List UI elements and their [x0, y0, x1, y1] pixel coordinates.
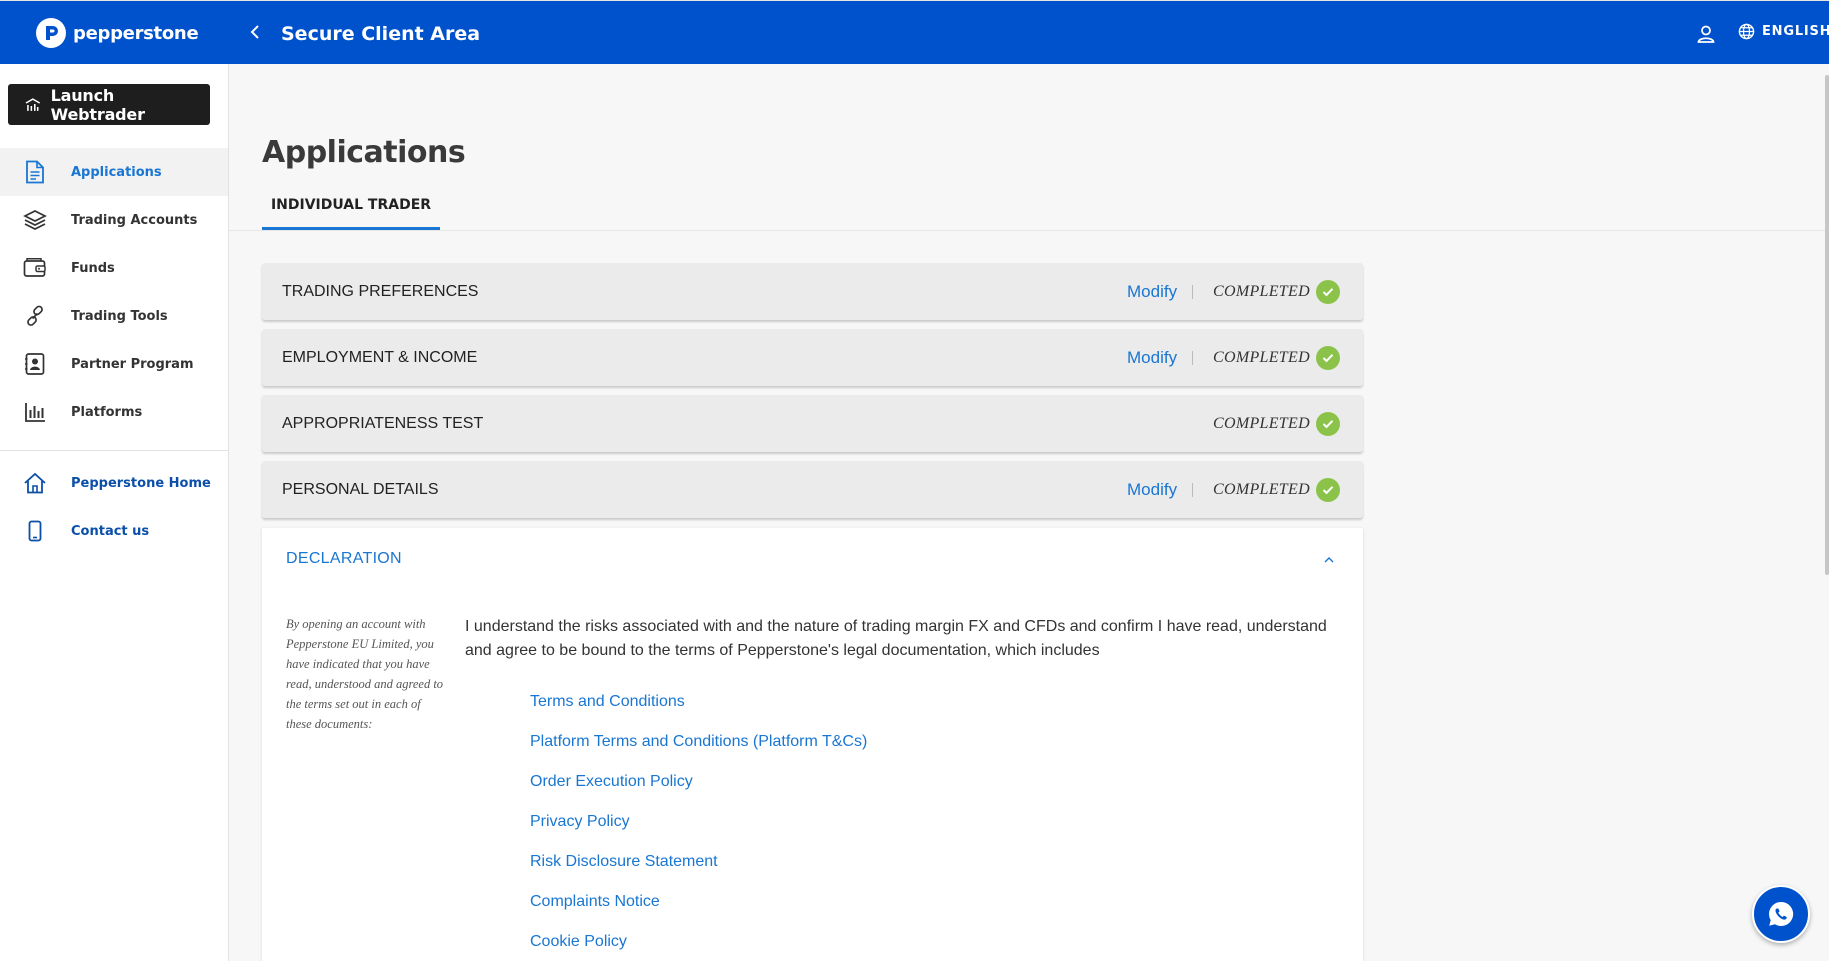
status-label: COMPLETED — [1213, 480, 1310, 498]
privacy-policy-link[interactable]: Privacy Policy — [530, 813, 867, 853]
declaration-side-note: By opening an account with Pepperstone E… — [286, 617, 444, 731]
status-label: COMPLETED — [1213, 282, 1310, 300]
top-bar: pepperstone Secure Client Area ENGLISH — [0, 0, 1829, 64]
check-circle-icon — [1316, 411, 1340, 436]
check-circle-icon — [1316, 279, 1340, 304]
scrollbar[interactable] — [1825, 75, 1829, 575]
sidebar-item-label: Platforms — [71, 404, 143, 420]
divider — [1192, 350, 1193, 365]
phone-icon — [22, 518, 48, 544]
back-button[interactable] — [244, 21, 266, 43]
pepperstone-logo[interactable]: pepperstone — [36, 18, 199, 48]
launch-webtrader-button[interactable]: Launch Webtrader — [8, 84, 210, 125]
section-title: PERSONAL DETAILS — [282, 480, 439, 498]
sidebar-divider — [0, 450, 228, 451]
sidebar-item-label: Trading Accounts — [71, 212, 198, 228]
tab-label: INDIVIDUAL TRADER — [270, 196, 432, 213]
bar-chart-icon — [22, 399, 48, 425]
terms-and-conditions-link[interactable]: Terms and Conditions — [530, 693, 867, 733]
modify-button[interactable]: Modify — [1127, 480, 1177, 500]
check-circle-icon — [1316, 477, 1340, 502]
home-icon — [22, 470, 48, 496]
sidebar-item-label: Funds — [71, 260, 115, 276]
sidebar-item-label: Partner Program — [71, 356, 194, 372]
contact-card-icon — [22, 351, 48, 377]
user-button[interactable] — [1694, 22, 1718, 46]
sidebar-item-label: Applications — [71, 164, 162, 180]
section-title: TRADING PREFERENCES — [282, 282, 479, 300]
legal-documents-list: Terms and Conditions Platform Terms and … — [530, 693, 867, 961]
check-circle-icon — [1316, 345, 1340, 370]
status-label: COMPLETED — [1213, 348, 1310, 366]
layers-icon — [22, 207, 48, 233]
pepperstone-logo-icon — [36, 18, 66, 48]
link-icon — [22, 303, 48, 329]
page-title: Secure Client Area — [281, 23, 481, 45]
declaration-title[interactable]: DECLARATION — [286, 550, 402, 568]
section-title: EMPLOYMENT & INCOME — [282, 348, 478, 366]
section-appropriateness-test[interactable]: APPROPRIATENESS TEST COMPLETED — [262, 395, 1363, 452]
complaints-notice-link[interactable]: Complaints Notice — [530, 893, 867, 933]
sidebar: Launch Webtrader Applications Trading Ac… — [0, 64, 229, 961]
sidebar-item-partner-program[interactable]: Partner Program — [0, 340, 228, 388]
risk-disclosure-link[interactable]: Risk Disclosure Statement — [530, 853, 867, 893]
declaration-text: I understand the risks associated with a… — [465, 618, 1327, 659]
launch-webtrader-label: Launch Webtrader — [50, 85, 145, 124]
language-label: ENGLISH — [1762, 24, 1829, 39]
sidebar-item-trading-accounts[interactable]: Trading Accounts — [0, 196, 228, 244]
chevron-up-icon[interactable] — [1322, 552, 1338, 568]
section-employment-income[interactable]: EMPLOYMENT & INCOME Modify COMPLETED — [262, 329, 1363, 386]
sidebar-item-platforms[interactable]: Platforms — [0, 388, 228, 436]
section-title: APPROPRIATENESS TEST — [282, 414, 484, 432]
sidebar-item-contact-us[interactable]: Contact us — [0, 507, 228, 555]
tab-divider — [229, 230, 1829, 231]
platform-terms-link[interactable]: Platform Terms and Conditions (Platform … — [530, 733, 867, 773]
document-icon — [22, 159, 48, 185]
user-icon — [1697, 25, 1715, 43]
sidebar-item-label: Trading Tools — [71, 308, 168, 324]
wallet-icon — [22, 255, 48, 281]
divider — [1192, 482, 1193, 497]
declaration-panel: DECLARATION By opening an account with P… — [262, 528, 1363, 961]
sidebar-item-label: Pepperstone Home — [71, 475, 211, 491]
webtrader-icon — [25, 97, 41, 111]
section-personal-details[interactable]: PERSONAL DETAILS Modify COMPLETED — [262, 461, 1363, 518]
globe-icon — [1738, 23, 1755, 40]
whatsapp-icon — [1768, 901, 1794, 926]
sidebar-item-pepperstone-home[interactable]: Pepperstone Home — [0, 459, 228, 507]
sidebar-item-label: Contact us — [71, 523, 150, 539]
main-title: Applications — [262, 135, 466, 170]
modify-button[interactable]: Modify — [1127, 282, 1177, 302]
section-trading-preferences[interactable]: TRADING PREFERENCES Modify COMPLETED — [262, 263, 1363, 320]
status-label: COMPLETED — [1213, 414, 1310, 432]
sidebar-item-trading-tools[interactable]: Trading Tools — [0, 292, 228, 340]
sidebar-item-applications[interactable]: Applications — [0, 148, 228, 196]
sidebar-item-funds[interactable]: Funds — [0, 244, 228, 292]
sidebar-nav: Applications Trading Accounts Funds Trad… — [0, 148, 228, 436]
language-selector[interactable]: ENGLISH — [1738, 23, 1829, 40]
modify-button[interactable]: Modify — [1127, 348, 1177, 368]
brand-name: pepperstone — [73, 22, 199, 44]
divider — [1192, 284, 1193, 299]
chevron-left-icon — [250, 25, 259, 39]
order-execution-policy-link[interactable]: Order Execution Policy — [530, 773, 867, 813]
tab-individual-trader[interactable]: INDIVIDUAL TRADER — [262, 182, 440, 230]
cookie-policy-link[interactable]: Cookie Policy — [530, 933, 867, 961]
whatsapp-chat-button[interactable] — [1752, 885, 1810, 943]
sidebar-secondary-nav: Pepperstone Home Contact us — [0, 459, 228, 555]
